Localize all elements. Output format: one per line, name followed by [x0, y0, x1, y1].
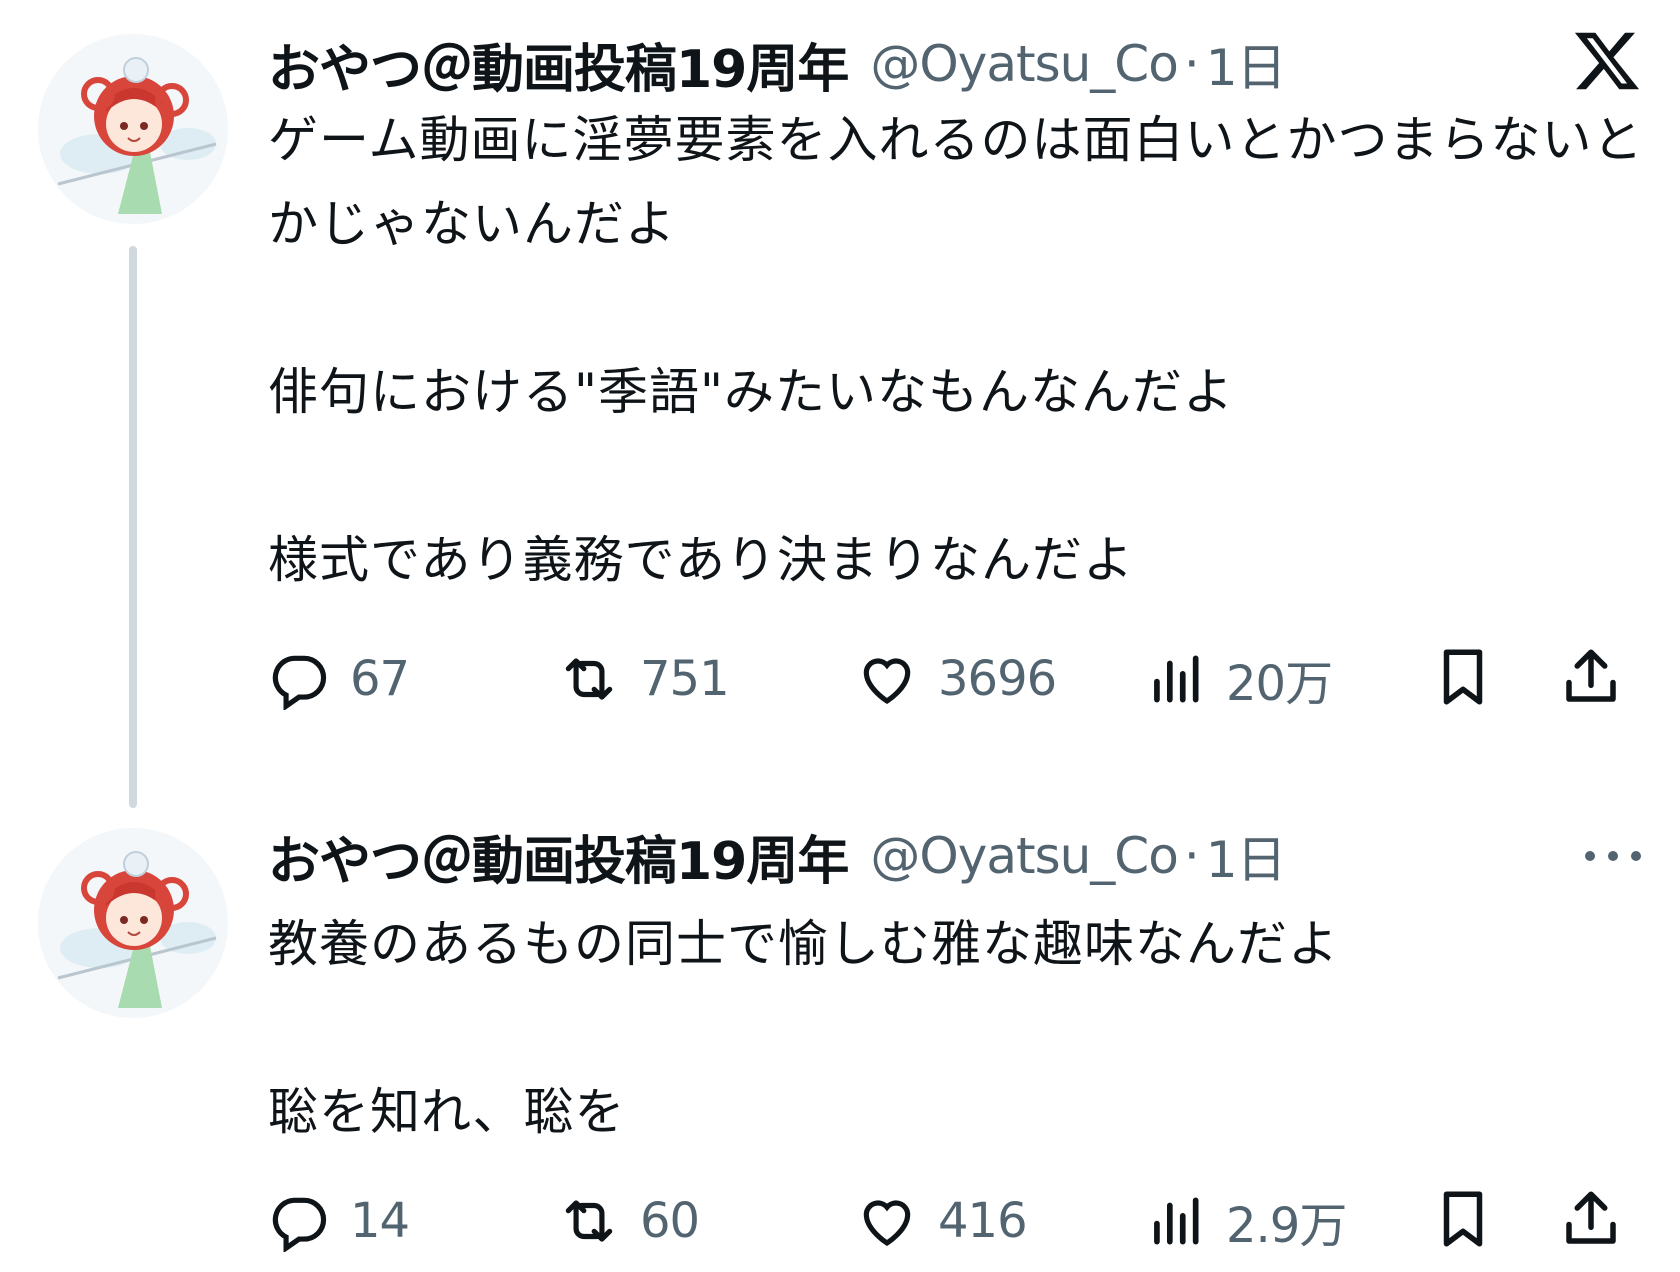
views-button[interactable]: 2.9万: [1144, 1186, 1347, 1256]
tweet-paragraph: 様式であり義務であり決まりなんだよ: [268, 531, 1134, 589]
tweet-text: 教養のあるもの同士で愉しむ雅な趣味なんだよ 聡を知れ、聡を: [268, 902, 1648, 1154]
tweet-paragraph: 教養のあるもの同士で愉しむ雅な趣味なんだよ: [268, 915, 1339, 973]
reply-count: 14: [350, 1193, 410, 1249]
tweet-paragraph: ゲーム動画に淫夢要素を入れるのは面白いとかつまらないとかじゃないんだよ: [268, 111, 1644, 253]
retweet-icon: [565, 1200, 613, 1242]
avatar[interactable]: [38, 34, 228, 224]
tweet-paragraph: 俳句における"季語"みたいなもんなんだよ: [268, 363, 1234, 421]
reply-count: 67: [350, 651, 410, 707]
retweet-button[interactable]: 60: [558, 1186, 700, 1256]
author-name[interactable]: おやつ＠動画投稿19周年: [268, 819, 849, 894]
tweet-text: ゲーム動画に淫夢要素を入れるのは面白いとかつまらないとかじゃないんだよ 俳句にお…: [268, 98, 1648, 602]
author-handle[interactable]: @Oyatsu_Co: [870, 35, 1178, 93]
action-bar: 14 60 416 2.9万: [268, 1186, 1648, 1256]
x-logo-icon: [1572, 26, 1642, 96]
heart-icon: [863, 658, 911, 705]
bookmark-icon: [1443, 649, 1483, 705]
more-icon[interactable]: [1580, 846, 1646, 866]
view-count: 2.9万: [1226, 1198, 1347, 1254]
separator-dot: ·: [1183, 35, 1200, 93]
like-count: 3696: [938, 651, 1057, 707]
reply-icon: [272, 1197, 327, 1252]
avatar-image: [38, 828, 228, 1018]
retweet-count: 751: [640, 651, 730, 707]
separator-dot: ·: [1183, 827, 1200, 885]
bookmark-icon: [1443, 1191, 1483, 1247]
author-handle[interactable]: @Oyatsu_Co: [870, 827, 1178, 885]
action-bar: 67 751 3696 20万: [268, 644, 1648, 714]
avatar-image: [38, 34, 228, 224]
retweet-count: 60: [640, 1193, 700, 1249]
views-icon: [1154, 655, 1199, 703]
like-button[interactable]: 416: [856, 1186, 1028, 1256]
tweet-header: おやつ＠動画投稿19周年 @Oyatsu_Co · 1日: [268, 819, 1287, 894]
tweet-paragraph: 聡を知れ、聡を: [268, 1083, 626, 1141]
share-icon: [1566, 649, 1616, 702]
timestamp[interactable]: 1日: [1206, 28, 1287, 100]
share-button[interactable]: [1558, 644, 1628, 714]
retweet-icon: [565, 658, 613, 700]
like-count: 416: [938, 1193, 1028, 1249]
tweet-header: おやつ＠動画投稿19周年 @Oyatsu_Co · 1日: [268, 27, 1287, 102]
share-button[interactable]: [1558, 1186, 1628, 1256]
bookmark-button[interactable]: [1430, 1186, 1500, 1256]
reply-button[interactable]: 67: [268, 644, 410, 714]
author-name[interactable]: おやつ＠動画投稿19周年: [268, 27, 849, 102]
timestamp[interactable]: 1日: [1206, 820, 1287, 892]
heart-icon: [863, 1200, 911, 1247]
view-count: 20万: [1226, 656, 1333, 712]
avatar[interactable]: [38, 828, 228, 1018]
views-button[interactable]: 20万: [1144, 644, 1333, 714]
reply-icon: [272, 655, 327, 710]
thread-line: [129, 246, 137, 808]
bookmark-button[interactable]: [1430, 644, 1500, 714]
retweet-button[interactable]: 751: [558, 644, 730, 714]
views-icon: [1154, 1197, 1199, 1245]
reply-button[interactable]: 14: [268, 1186, 410, 1256]
like-button[interactable]: 3696: [856, 644, 1057, 714]
share-icon: [1566, 1191, 1616, 1244]
